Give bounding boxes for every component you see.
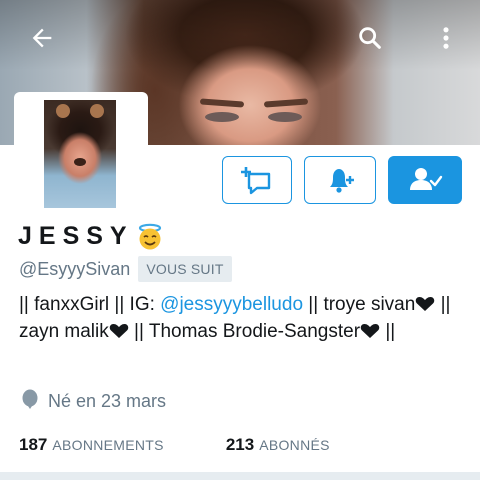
banner-face-detail (205, 112, 239, 122)
following-button[interactable] (388, 156, 462, 204)
notification-bell-add-icon (330, 169, 354, 193)
search-icon (359, 27, 381, 49)
back-arrow-icon (32, 28, 52, 48)
heart-icon (415, 294, 435, 319)
profile-stats: 187 ABONNEMENTS 213 ABONNÉS (19, 435, 330, 455)
heart-icon (360, 321, 380, 346)
avatar[interactable] (44, 100, 116, 208)
banner-face-detail (268, 112, 302, 122)
bio-text: || (380, 321, 396, 342)
balloon-icon (22, 389, 38, 409)
following-label: ABONNEMENTS (52, 437, 164, 453)
banner-shade (0, 0, 480, 70)
search-button[interactable] (352, 20, 388, 56)
birthdate-row: Né en 23 mars (20, 389, 166, 413)
notifications-button[interactable] (304, 156, 376, 204)
followers-stat[interactable]: 213 ABONNÉS (226, 435, 330, 455)
heart-icon (109, 321, 129, 346)
followers-label: ABONNÉS (259, 437, 330, 453)
avatar-filter-ear (56, 104, 70, 118)
handle-row: @EsyyySivan VOUS SUIT (19, 256, 232, 282)
birthdate-text: Né en 23 mars (48, 390, 167, 411)
bio-text: || troye sivan (303, 294, 416, 315)
bio-instagram-link[interactable]: @jessyyybelludo (160, 294, 303, 315)
profile-bio: || fanxxGirl || IG: @jessyyybelludo || t… (19, 292, 469, 346)
follows-you-badge: VOUS SUIT (138, 256, 232, 282)
more-vertical-icon (443, 27, 449, 49)
followers-count: 213 (225, 435, 255, 454)
more-options-button[interactable] (428, 20, 464, 56)
bio-text: || fanxxGirl || IG: (19, 294, 161, 315)
username-handle: @EsyyySivan (19, 258, 131, 279)
direct-message-button[interactable] (222, 156, 292, 204)
avatar-filter-ear (90, 104, 104, 118)
avatar-filter-nose (74, 158, 86, 166)
display-name: JESSY (18, 222, 134, 250)
bio-text: || Thomas Brodie-Sangster (128, 321, 361, 342)
following-user-check-icon (410, 168, 443, 190)
following-stat[interactable]: 187 ABONNEMENTS (19, 435, 164, 455)
display-name-row: JESSY (18, 222, 164, 251)
banner-face-detail (199, 98, 245, 108)
direct-message-icon (241, 167, 271, 195)
following-count: 187 (19, 435, 48, 454)
banner-face-detail (263, 98, 309, 108)
section-divider (0, 472, 480, 480)
smiling-face-with-halo-icon (136, 223, 164, 251)
back-button[interactable] (24, 20, 60, 56)
